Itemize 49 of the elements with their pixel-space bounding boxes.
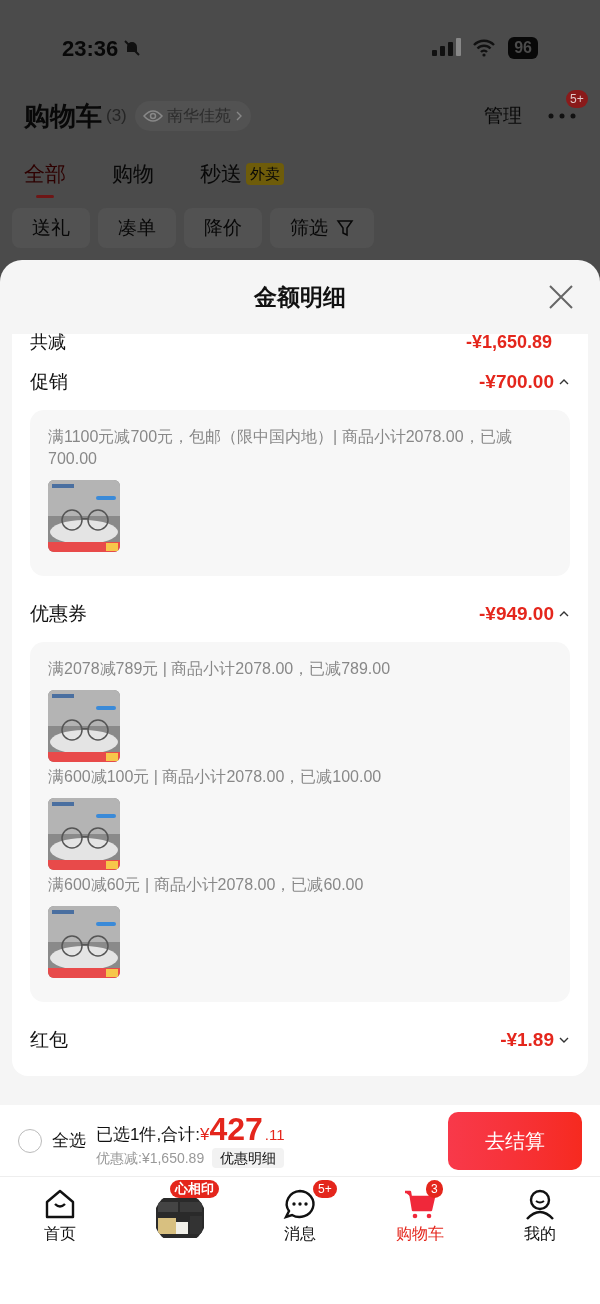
- price-decimals: .11: [264, 1125, 285, 1146]
- notification-badge: 5+: [566, 90, 588, 108]
- checkout-button[interactable]: 去结算: [448, 1111, 582, 1170]
- row-label: 优惠券: [30, 601, 87, 626]
- tab[interactable]: 秒送 外卖: [200, 154, 284, 194]
- detail-text: 满2078减789元 | 商品小计2078.00，已减789.00: [48, 659, 392, 679]
- count-badge: 5+: [313, 1180, 337, 1198]
- close-icon[interactable]: [548, 284, 574, 310]
- filter-chip[interactable]: 降价: [184, 208, 262, 248]
- clock: 23:36: [62, 34, 119, 63]
- eye-icon: [142, 109, 163, 123]
- promo-badge: 心相印: [170, 1180, 219, 1198]
- nav-tab[interactable]: 我的: [523, 1188, 557, 1246]
- detail-text: 满1100元减700元，包邮（限中国内地）| 商品小计2078.00，已减700.00: [48, 427, 513, 469]
- manage-button[interactable]: 管理: [484, 101, 522, 131]
- tag-badge: 外卖: [246, 163, 284, 185]
- count-badge: 3: [426, 1180, 443, 1198]
- page-title: 购物车: [24, 99, 102, 133]
- person-icon: [523, 1188, 557, 1220]
- chevron-right-icon: [234, 110, 243, 122]
- filter-icon: [336, 219, 354, 237]
- total-price: 427: [209, 1112, 263, 1147]
- wifi-icon: [472, 39, 497, 57]
- battery-indicator: 96: [508, 37, 538, 59]
- chevron-up-icon[interactable]: [558, 378, 570, 386]
- chevron-down-icon[interactable]: [558, 1036, 570, 1044]
- discount-text: 优惠减:¥1,650.89: [96, 1148, 205, 1168]
- row-label: 共减: [30, 331, 66, 353]
- row-label: 红包: [30, 1027, 68, 1052]
- tab[interactable]: 购物: [112, 154, 154, 194]
- chat-bubble-icon: [283, 1188, 317, 1220]
- summary-text: 已选1件,合计:: [96, 1124, 200, 1147]
- amount-text: -¥1,650.89: [465, 331, 552, 353]
- nav-tab[interactable]: 首页: [43, 1188, 77, 1246]
- chevron-up-icon[interactable]: [558, 610, 570, 618]
- sheet-title: 金额明细: [254, 282, 346, 312]
- amount-text: -¥700.00: [479, 369, 554, 394]
- filter-button[interactable]: 筛选: [270, 208, 374, 248]
- amount-text: -¥949.00: [479, 601, 554, 626]
- detail-text: 满600减100元 | 商品小计2078.00，已减100.00: [48, 767, 383, 787]
- currency-symbol: ¥: [199, 1125, 210, 1147]
- row-label: 促销: [30, 369, 68, 394]
- detail-text: 满600减60元 | 商品小计2078.00，已减60.00: [48, 875, 365, 895]
- discount-details-button[interactable]: 优惠明细: [212, 1148, 285, 1169]
- house-icon: [43, 1188, 77, 1220]
- filter-chip[interactable]: 凑单: [98, 208, 176, 248]
- select-all-checkbox[interactable]: 全选: [18, 1127, 86, 1154]
- amount-text: -¥1.89: [500, 1027, 554, 1052]
- filter-chip[interactable]: 送礼: [12, 208, 90, 248]
